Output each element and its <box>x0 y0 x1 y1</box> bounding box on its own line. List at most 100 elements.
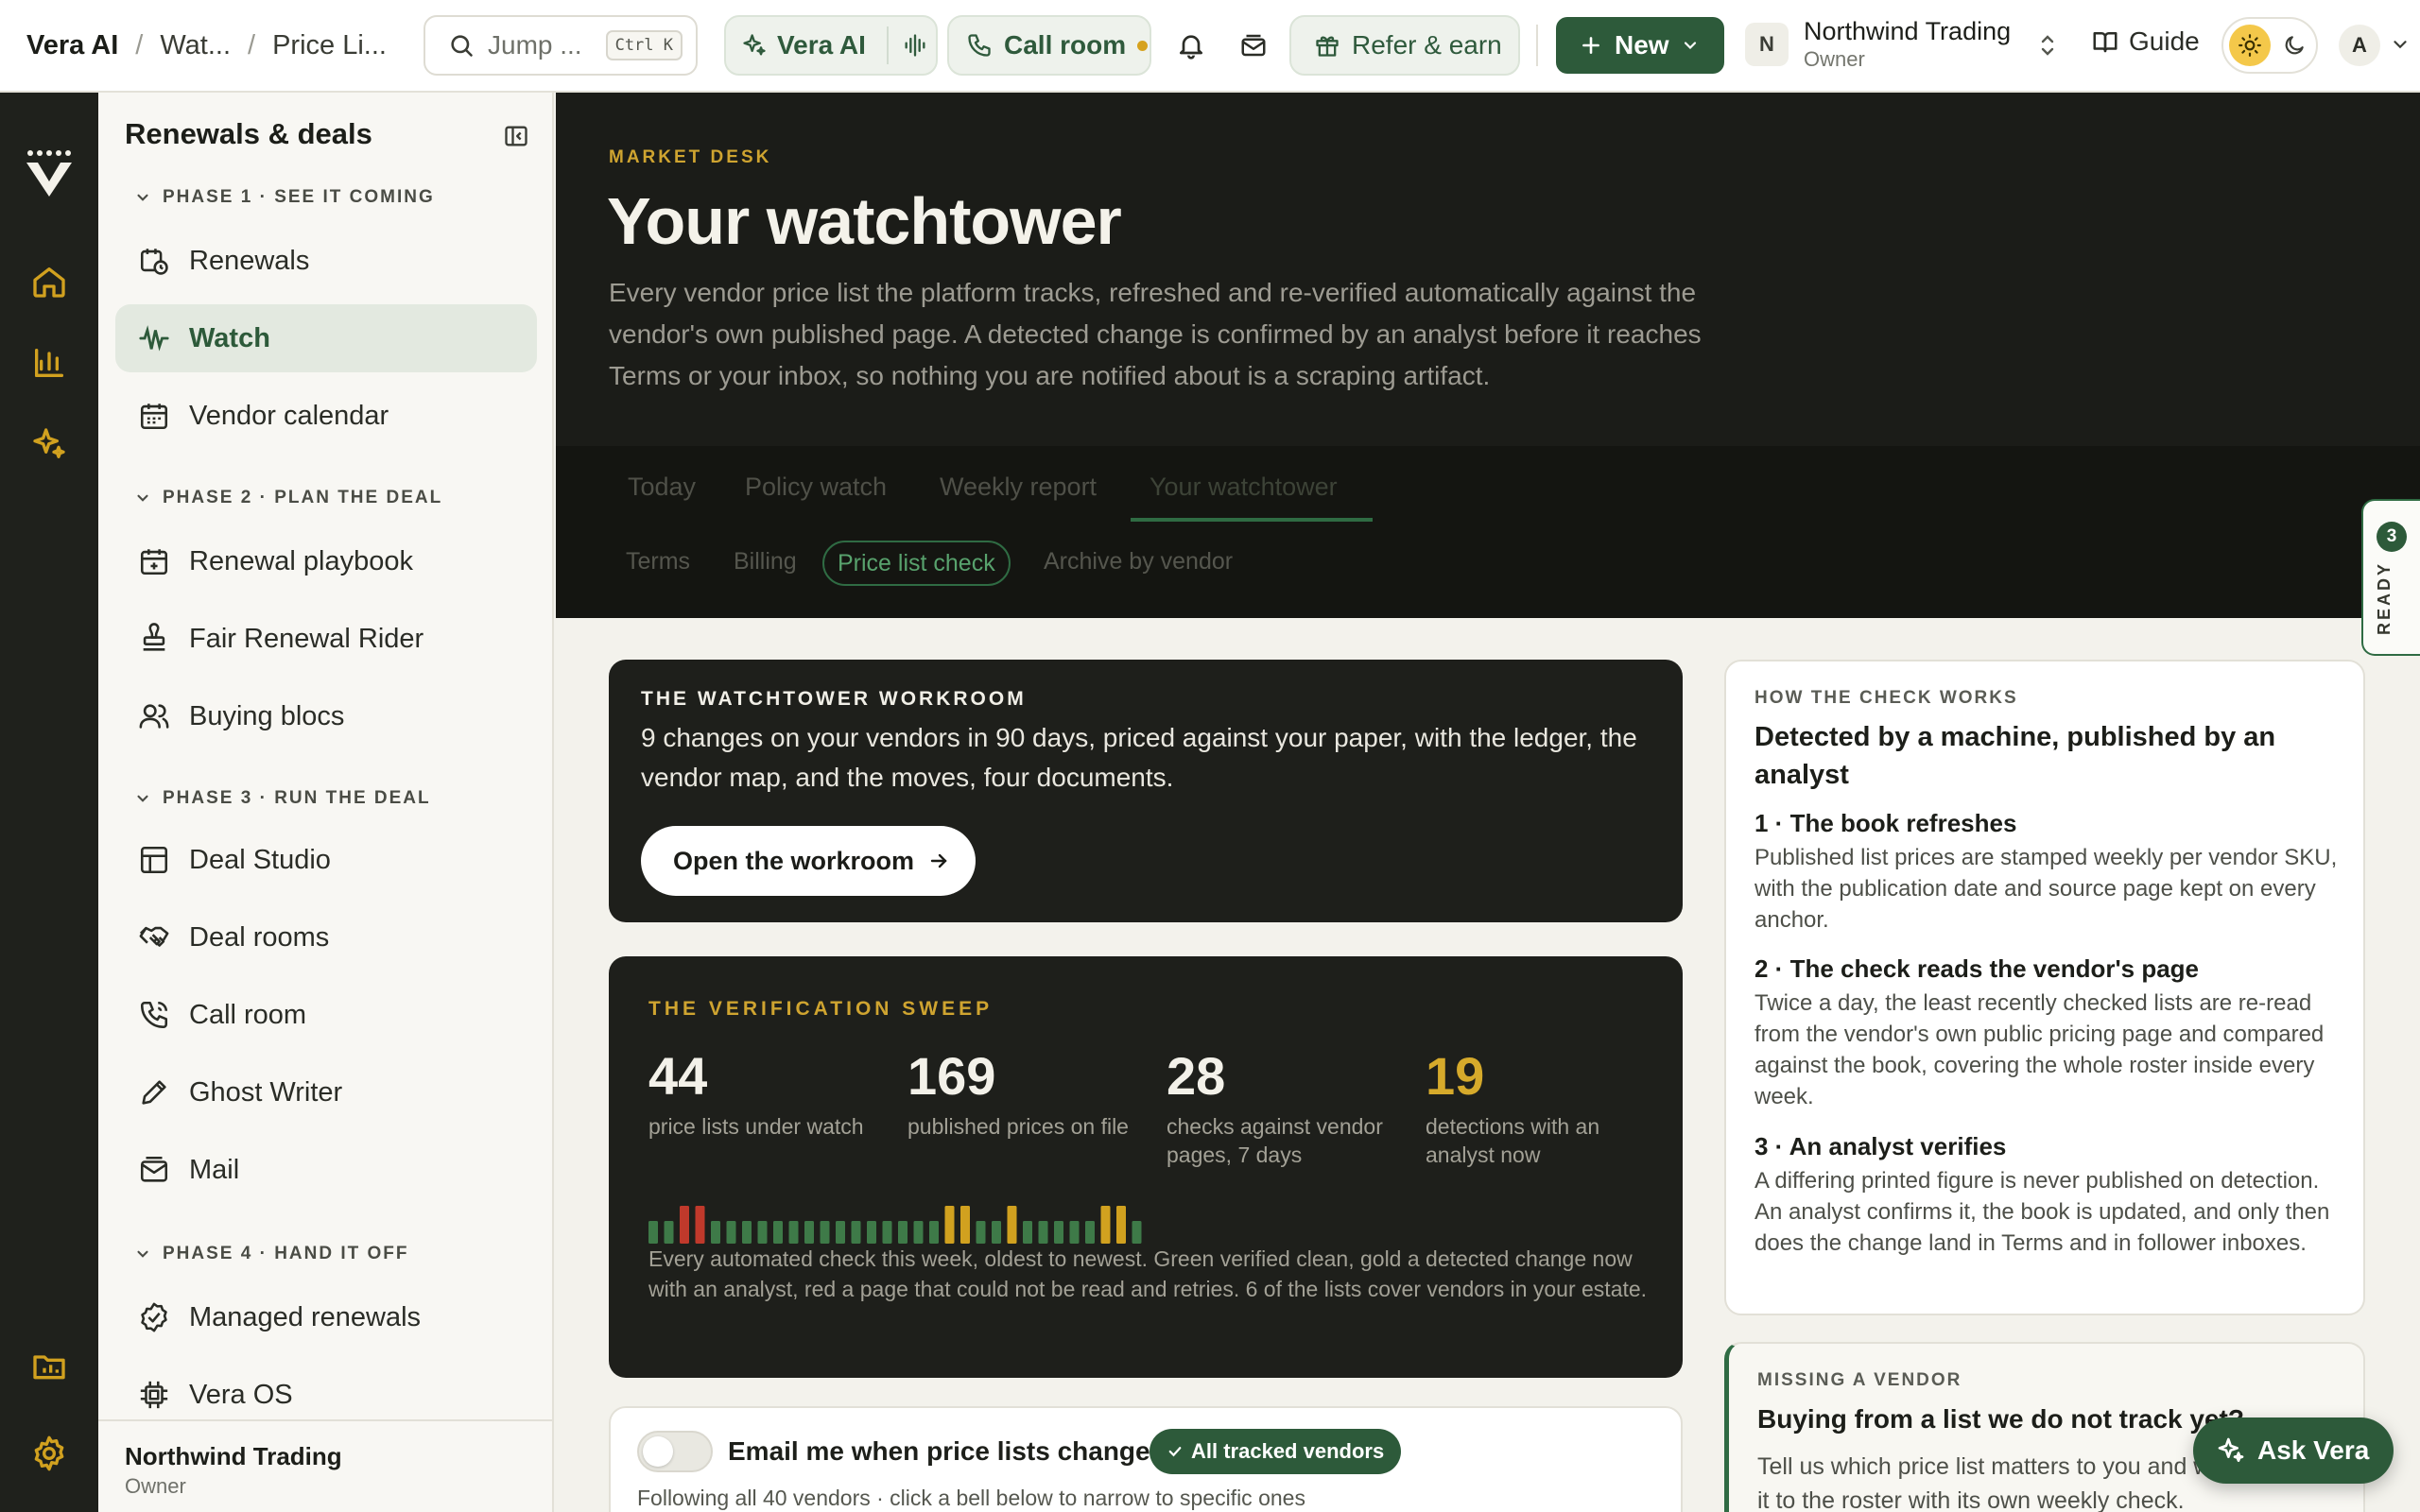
step-description: Twice a day, the least recently checked … <box>1754 990 2325 1109</box>
open-workroom-label: Open the workroom <box>673 846 915 875</box>
sidebar-account[interactable]: Northwind Trading Owner <box>98 1419 552 1512</box>
pulse-wave-icon <box>136 320 172 356</box>
email-alerts-subtext: Following all 40 vendors · click a bell … <box>637 1486 1305 1510</box>
sidebar-title: Renewals & deals <box>125 117 372 150</box>
workroom-title: THE WATCHTOWER WORKROOM <box>641 688 1027 710</box>
phase-header-2[interactable]: PHASE 2 · PLAN THE DEAL <box>134 488 442 508</box>
subtab-price-list-check[interactable]: Price list check <box>822 541 1011 586</box>
breadcrumb-item-current: Price Li... <box>272 29 387 60</box>
divider <box>886 26 889 64</box>
inbox-button[interactable] <box>1235 26 1272 64</box>
tab-policy-watch[interactable]: Policy watch <box>745 472 887 502</box>
tab-today[interactable]: Today <box>628 472 696 502</box>
user-avatar[interactable]: A <box>2339 25 2380 66</box>
guide-button[interactable]: Guide <box>2091 26 2200 57</box>
status-dot <box>1137 40 1149 51</box>
subtab-billing[interactable]: Billing <box>734 548 797 576</box>
call-room-button[interactable]: Call room <box>947 15 1151 76</box>
folder-chart-icon[interactable] <box>30 1348 68 1385</box>
sidebar-item-deal-rooms[interactable]: Deal rooms <box>115 903 537 971</box>
jump-label: Jump ... <box>488 30 582 60</box>
moon-icon[interactable] <box>2282 33 2307 58</box>
calendar-clock-icon <box>136 243 172 279</box>
stat-label: detections with an analyst now <box>1426 1114 1600 1167</box>
sidebar-item-buying-blocs[interactable]: Buying blocs <box>115 682 537 750</box>
org-name[interactable]: Northwind Trading <box>1804 17 2011 46</box>
sidebar-item-vendor-calendar[interactable]: Vendor calendar <box>115 382 537 450</box>
refer-earn-button[interactable]: Refer & earn <box>1289 15 1520 76</box>
check-bar-green <box>851 1221 861 1244</box>
guide-label: Guide <box>2129 26 2200 56</box>
collapse-sidebar-icon[interactable] <box>503 123 529 149</box>
missing-heading: Buying from a list we do not track yet? <box>1757 1404 2244 1434</box>
voice-wave-icon[interactable] <box>902 32 928 59</box>
check-bar-green <box>867 1221 876 1244</box>
sparkle-icon[interactable] <box>30 425 68 463</box>
missing-eyebrow: MISSING A VENDOR <box>1757 1370 1962 1390</box>
sidebar-item-renewals[interactable]: Renewals <box>115 227 537 295</box>
open-workroom-button[interactable]: Open the workroom <box>641 826 976 896</box>
phone-icon <box>968 34 991 57</box>
phase-header-4[interactable]: PHASE 4 · HAND IT OFF <box>134 1244 409 1264</box>
sidebar-item-deal-studio[interactable]: Deal Studio <box>115 826 537 894</box>
tab-weekly-report[interactable]: Weekly report <box>940 472 1097 502</box>
sweep-caption: Every automated check this week, oldest … <box>648 1246 1648 1301</box>
bar-chart-icon[interactable] <box>30 344 68 382</box>
stat-price-lists: 44 price lists under watch <box>648 1045 885 1141</box>
jump-search-button[interactable]: Jump ... Ctrl K <box>424 15 698 76</box>
sidebar-item-renewal-playbook[interactable]: Renewal playbook <box>115 527 537 595</box>
all-vendors-chip[interactable]: All tracked vendors <box>1150 1429 1402 1474</box>
shortcut-hint: Ctrl K <box>605 30 683 60</box>
stat-label: published prices on file <box>908 1114 1129 1139</box>
sidebar-item-call-room[interactable]: Call room <box>115 981 537 1049</box>
sidebar-item-ghost-writer[interactable]: Ghost Writer <box>115 1058 537 1126</box>
notifications-button[interactable] <box>1172 26 1210 64</box>
vera-ai-label: Vera AI <box>777 30 866 60</box>
sidebar-item-mail[interactable]: Mail <box>115 1136 537 1204</box>
chevron-down-icon <box>137 795 148 802</box>
email-alerts-toggle[interactable] <box>637 1431 713 1472</box>
vera-ai-button[interactable]: Vera AI <box>724 15 938 76</box>
theme-toggle[interactable] <box>2221 17 2318 74</box>
app-logo[interactable] <box>23 147 76 200</box>
sidebar-item-fair-renewal-rider[interactable]: Fair Renewal Rider <box>115 605 537 673</box>
chevron-updown-icon[interactable] <box>2036 30 2059 60</box>
ready-drawer-tab[interactable]: 3 READY <box>2361 499 2420 656</box>
subtab-archive-by-vendor[interactable]: Archive by vendor <box>1044 548 1233 576</box>
org-role: Owner <box>1804 47 1865 71</box>
step-title: 2 · The check reads the vendor's page <box>1754 954 2200 983</box>
handshake-icon <box>136 919 172 955</box>
stat-checks: 28 checks against vendor pages, 7 days <box>1167 1045 1403 1169</box>
sidebar-item-managed-renewals[interactable]: Managed renewals <box>115 1283 537 1351</box>
breadcrumb-item-root[interactable]: Vera AI <box>26 30 118 61</box>
ask-vera-button[interactable]: Ask Vera <box>2193 1418 2394 1484</box>
hero-eyebrow: MARKET DESK <box>609 147 772 167</box>
sun-icon[interactable] <box>2229 25 2271 66</box>
new-label: New <box>1615 30 1669 60</box>
layout-icon <box>136 842 172 878</box>
subtab-terms[interactable]: Terms <box>626 548 690 576</box>
check-bar-green <box>976 1221 986 1244</box>
phase-label: PHASE 3 · RUN THE DEAL <box>163 788 431 808</box>
chevron-down-icon[interactable] <box>2390 34 2411 55</box>
org-avatar[interactable]: N <box>1745 23 1789 66</box>
breadcrumb-item-watch[interactable]: Wat... <box>160 30 231 61</box>
how-step-2: 2 · The check reads the vendor's page Tw… <box>1754 954 2350 1112</box>
stat-value: 19 <box>1426 1046 1485 1106</box>
check-bar-green <box>664 1221 674 1244</box>
tab-your-watchtower[interactable]: Your watchtower <box>1150 472 1338 502</box>
gear-icon[interactable] <box>30 1435 68 1472</box>
phase-header-3[interactable]: PHASE 3 · RUN THE DEAL <box>134 788 431 809</box>
refer-earn-label: Refer & earn <box>1352 30 1502 60</box>
sidebar-item-label: Watch <box>189 322 270 353</box>
tabs-bar: Today Policy watch Weekly report Your wa… <box>556 446 2420 618</box>
sidebar-item-watch[interactable]: Watch <box>115 304 537 372</box>
phase-header-1[interactable]: PHASE 1 · SEE IT COMING <box>134 187 435 208</box>
stat-value: 28 <box>1167 1046 1226 1106</box>
sidebar-item-label: Deal Studio <box>189 844 331 875</box>
check-bar-green <box>929 1221 939 1244</box>
home-icon[interactable] <box>30 263 68 301</box>
sidebar-item-label: Renewal playbook <box>189 545 413 576</box>
new-button[interactable]: New <box>1556 17 1724 74</box>
hero-description: Every vendor price list the platform tra… <box>609 278 1702 390</box>
